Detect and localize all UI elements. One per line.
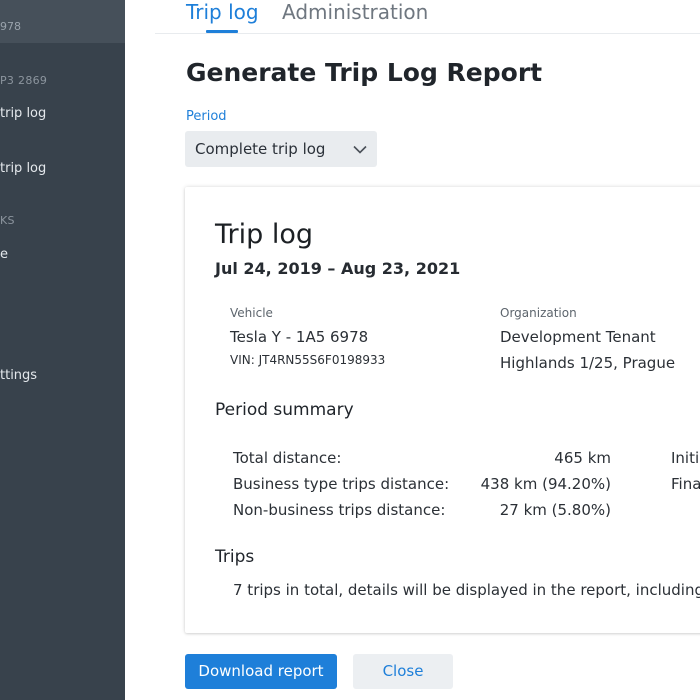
report-title: Trip log bbox=[215, 219, 314, 250]
trips-title: Trips bbox=[215, 547, 255, 567]
vehicle-label: Vehicle bbox=[230, 306, 273, 320]
chevron-down-icon bbox=[353, 145, 367, 154]
organization-name: Development Tenant bbox=[500, 328, 656, 346]
summary-row-value: 438 km (94.20%) bbox=[480, 475, 611, 493]
period-label: Period bbox=[186, 109, 227, 124]
tab-administration[interactable]: Administration bbox=[282, 0, 428, 24]
sidebar-vehicle-selector[interactable]: 978 bbox=[0, 0, 125, 43]
sidebar: 978 P3 2869 trip log trip log KS e tting… bbox=[0, 0, 125, 700]
trips-description: 7 trips in total, details will be displa… bbox=[233, 581, 700, 599]
sidebar-section-links: KS bbox=[0, 214, 15, 227]
sidebar-section-vehicle: P3 2869 bbox=[0, 74, 48, 87]
sidebar-item-generate-trip-log[interactable]: trip log bbox=[0, 161, 46, 176]
vehicle-vin: VIN: JT4RN55S6F0198933 bbox=[230, 353, 386, 367]
sidebar-item-settings[interactable]: ttings bbox=[0, 368, 37, 383]
period-select-value: Complete trip log bbox=[195, 140, 326, 158]
period-summary-title: Period summary bbox=[215, 400, 354, 420]
sidebar-item-e[interactable]: e bbox=[0, 247, 8, 262]
report-preview-card: Trip log Jul 24, 2019 – Aug 23, 2021 Veh… bbox=[185, 187, 700, 633]
page-title: Generate Trip Log Report bbox=[186, 58, 543, 87]
organization-label: Organization bbox=[500, 306, 577, 320]
report-date-range: Jul 24, 2019 – Aug 23, 2021 bbox=[215, 259, 461, 278]
summary-row-value: 27 km (5.80%) bbox=[499, 501, 611, 519]
close-button[interactable]: Close bbox=[353, 654, 453, 689]
tab-trip-log[interactable]: Trip log bbox=[186, 0, 259, 24]
sidebar-item-trip-log[interactable]: trip log bbox=[0, 106, 46, 121]
vehicle-name: Tesla Y - 1A5 6978 bbox=[230, 328, 369, 346]
summary-row-label: Total distance: bbox=[233, 449, 342, 467]
sidebar-vehicle-label: 978 bbox=[0, 20, 21, 33]
organization-address: Highlands 1/25, Prague bbox=[500, 354, 676, 372]
summary-row-value: 465 km bbox=[554, 449, 611, 467]
odometer-final-label: Final bbox=[671, 475, 700, 493]
tab-divider bbox=[155, 33, 700, 34]
download-report-button[interactable]: Download report bbox=[185, 654, 337, 689]
period-select[interactable]: Complete trip log bbox=[185, 131, 377, 167]
odometer-initial-label: Initial bbox=[671, 449, 700, 467]
